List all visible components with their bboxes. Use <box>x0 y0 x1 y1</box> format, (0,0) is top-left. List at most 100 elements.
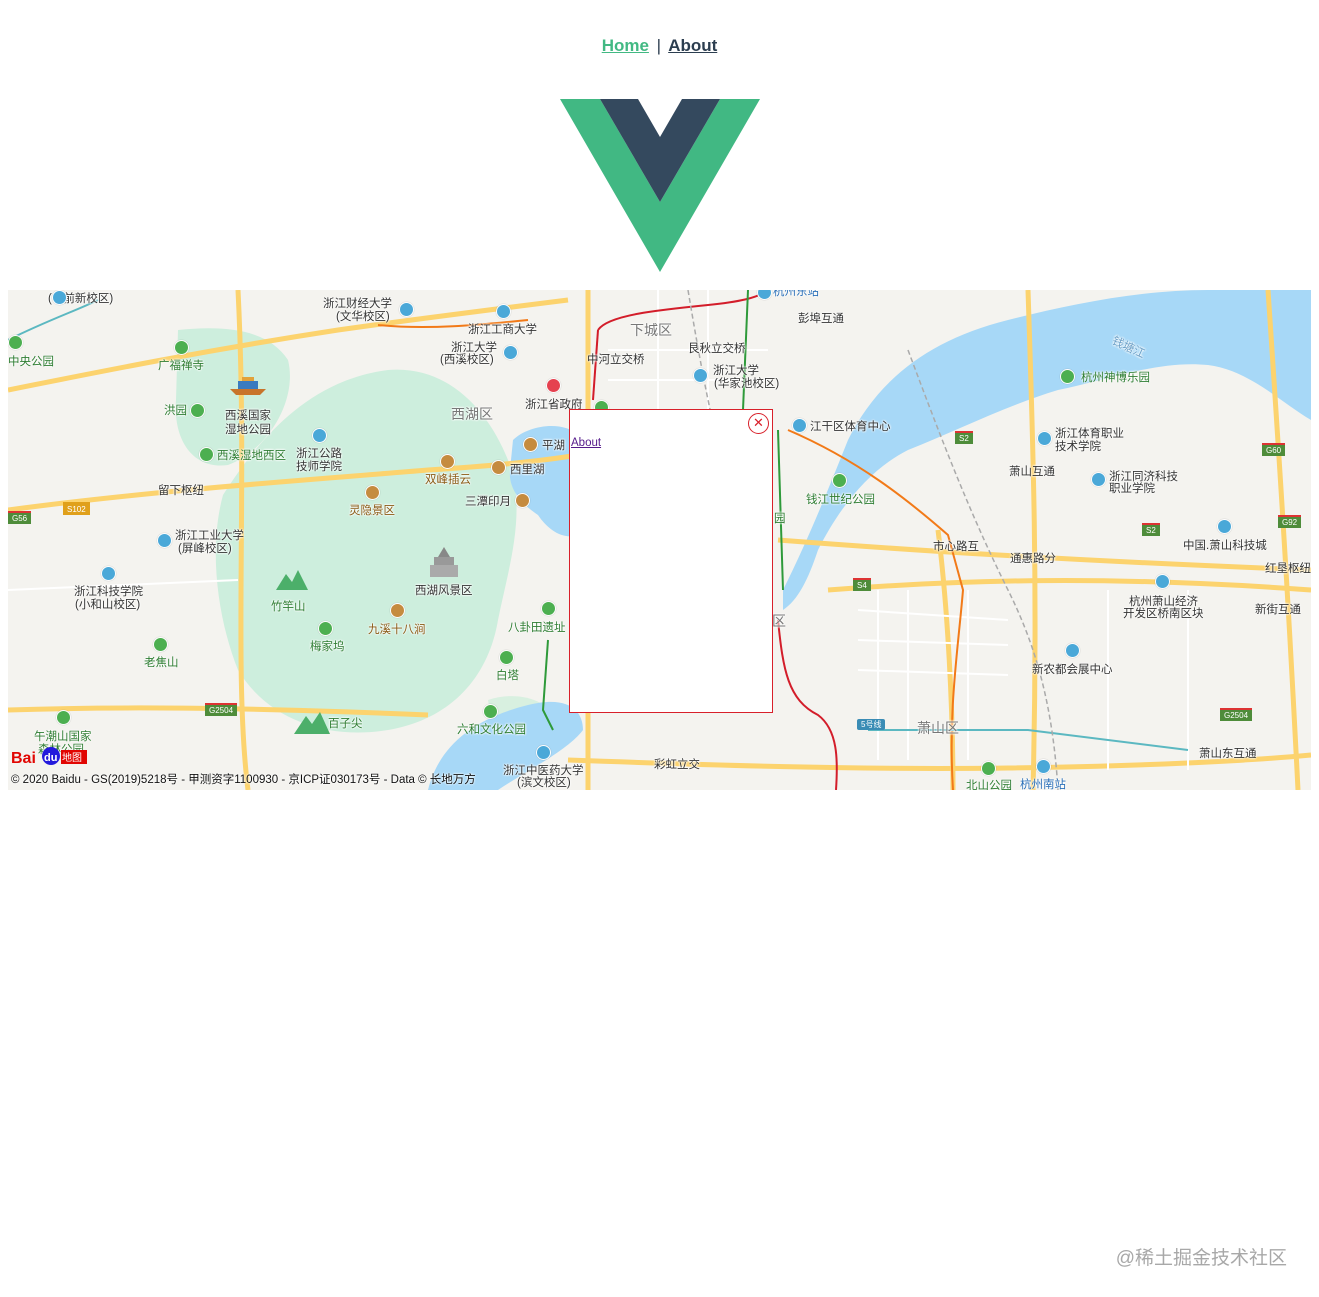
boat-icon <box>230 377 266 395</box>
park-icon <box>541 601 556 616</box>
map-label: 中央公园 <box>8 356 54 368</box>
map-label: 浙江大学 <box>713 365 759 377</box>
map-label: (屏峰校区) <box>178 543 232 555</box>
tech-park-icon <box>1217 519 1232 534</box>
svg-text:地图: 地图 <box>62 751 82 764</box>
temple-icon <box>430 547 458 577</box>
school-icon <box>52 290 67 305</box>
park-icon <box>8 335 23 350</box>
park-icon <box>199 447 214 462</box>
svg-text:Bai: Bai <box>11 750 36 767</box>
map-label: 浙江工业大学 <box>175 530 244 542</box>
map-label: 萧山互通 <box>1009 466 1055 478</box>
map-label: 市心路互 <box>933 541 979 553</box>
map-label: 杭州神博乐园 <box>1081 372 1150 384</box>
map-label: 浙江科技学院 <box>74 586 143 598</box>
map-label: 竹竿山 <box>271 601 306 613</box>
stadium-icon <box>792 418 807 433</box>
map-label: 广福禅寺 <box>158 360 204 372</box>
school-icon <box>1091 472 1106 487</box>
map-label: 西里湖 <box>510 464 545 476</box>
school-icon <box>399 302 414 317</box>
landmark-icon <box>523 437 538 452</box>
park-icon <box>981 761 996 776</box>
map-label: 彭埠互通 <box>798 313 844 325</box>
nav-link-home[interactable]: Home <box>602 36 649 55</box>
metro-line-badge: 5号线 <box>857 719 886 730</box>
map-label: 白塔 <box>496 670 519 682</box>
map-label: 园 <box>774 513 786 525</box>
popup-about-link[interactable]: About <box>571 437 601 449</box>
map-label: 北山公园 <box>966 780 1012 790</box>
road-shield: G2504 <box>1220 708 1253 721</box>
map-label: 八卦田遗址 <box>508 622 566 634</box>
landmark-icon <box>515 493 530 508</box>
map-label: 江干区体育中心 <box>810 421 891 433</box>
map-label: 艮秋立交桥 <box>688 343 746 355</box>
map-label: 新街互通 <box>1255 604 1301 616</box>
map-label: 杭州萧山经济 <box>1129 596 1198 608</box>
park-icon <box>832 473 847 488</box>
vue-logo <box>560 99 760 272</box>
map-label: (小和山校区) <box>75 599 141 611</box>
map-label: 浙江中医药大学 <box>503 765 584 777</box>
map-label: 彩虹立交 <box>654 759 700 771</box>
park-icon <box>190 403 205 418</box>
nav-separator: | <box>656 36 662 55</box>
map-label: 浙江大学 <box>451 342 497 354</box>
map-label: (文华校区) <box>336 311 390 323</box>
tech-park-icon <box>1155 574 1170 589</box>
school-icon <box>503 345 518 360</box>
school-icon <box>536 745 551 760</box>
exhibition-icon <box>1065 643 1080 658</box>
map-label: 浙江公路 <box>296 448 342 460</box>
government-icon <box>546 378 561 393</box>
map-label: 开发区桥南区块 <box>1123 608 1204 620</box>
svg-text:du: du <box>44 752 57 764</box>
juejin-watermark: @稀土掘金技术社区 <box>1115 1248 1287 1269</box>
school-icon <box>157 533 172 548</box>
map-label: 职业学院 <box>1109 483 1155 495</box>
road-shield: S102 <box>63 502 90 515</box>
map-label: 浙江财经大学 <box>323 298 392 310</box>
map-label: 六和文化公园 <box>457 724 526 736</box>
map-label: 三潭印月 <box>465 496 511 508</box>
map-info-window: ✕ About <box>569 409 773 713</box>
landmark-icon <box>440 454 455 469</box>
map-label: 中河立交桥 <box>587 354 645 366</box>
nav-link-about[interactable]: About <box>668 36 717 55</box>
map-label: (西溪校区) <box>440 354 494 366</box>
map-label: 浙江工商大学 <box>468 324 537 336</box>
map-label: 灵隐景区 <box>349 505 395 517</box>
map-label: 西湖风景区 <box>415 585 473 597</box>
map-label: 洪园 <box>164 405 187 417</box>
map-district-label: 下城区 <box>630 322 672 338</box>
landmark-icon <box>365 485 380 500</box>
baidu-map-logo: Bai du 地图 <box>11 747 87 767</box>
map-label: 技师学院 <box>296 461 342 473</box>
map-label: 杭州南站 <box>1020 779 1066 790</box>
nav: Home | About <box>0 36 1319 56</box>
map-label: 红垦枢纽 <box>1265 563 1311 575</box>
map-label: 技术学院 <box>1055 441 1101 453</box>
landmark-icon <box>491 460 506 475</box>
map-label: 湿地公园 <box>225 424 271 436</box>
road-shield: S2 <box>955 431 973 444</box>
map-label: 新农都会展中心 <box>1032 664 1113 676</box>
close-icon[interactable]: ✕ <box>748 413 769 434</box>
map-label: 百子尖 <box>328 718 363 730</box>
park-icon <box>318 621 333 636</box>
road-shield: S2 <box>1142 523 1160 536</box>
school-icon <box>1037 431 1052 446</box>
park-icon <box>483 704 498 719</box>
road-shield: G2504 <box>205 703 238 716</box>
map-label: 西溪国家 <box>225 410 271 422</box>
map-label: 梅家坞 <box>310 641 345 653</box>
map-copyright: © 2020 Baidu - GS(2019)5218号 - 甲测资字11009… <box>11 774 476 786</box>
map-district-label: 区 <box>772 613 786 629</box>
map-label: 留下枢纽 <box>158 485 204 497</box>
map-district-label: 萧山区 <box>917 720 959 736</box>
park-icon <box>1060 369 1075 384</box>
map-label: 西溪湿地西区 <box>217 450 286 462</box>
map-label: 中国.萧山科技城 <box>1183 540 1267 552</box>
